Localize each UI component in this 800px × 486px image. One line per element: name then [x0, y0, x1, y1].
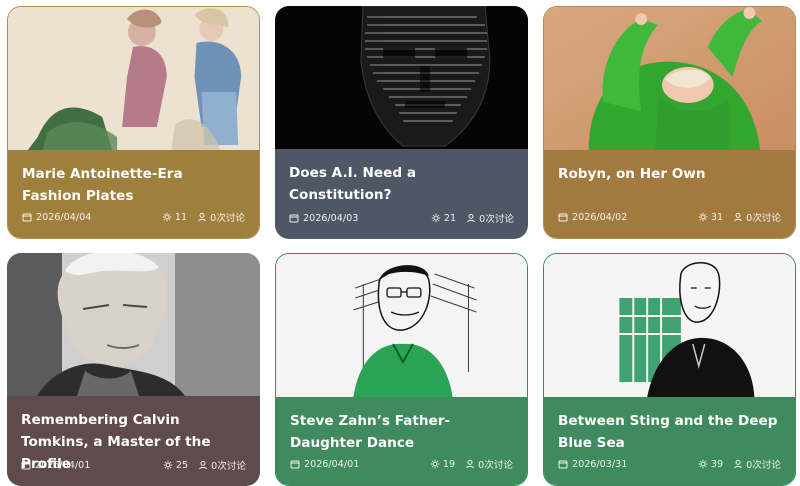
article-meta: 2026/04/03 21 0次讨论 [289, 211, 514, 225]
calendar-icon [558, 212, 568, 222]
article-thumbnail[interactable] [8, 7, 259, 150]
article-date: 2026/04/03 [289, 213, 358, 224]
article-info: Robyn, on Her Own 2026/04/02 31 0次讨论 [544, 150, 795, 238]
article-grid: Marie Antoinette-Era Fashion Plates 2026… [0, 0, 800, 486]
article-date: 2026/04/02 [558, 212, 627, 223]
article-meta: 2026/04/01 19 0次讨论 [290, 457, 513, 471]
views-stat: 19 [430, 459, 455, 470]
article-thumbnail[interactable] [275, 6, 528, 149]
calendar-icon [21, 460, 31, 470]
article-card[interactable]: Does A.I. Need a Constitution? 2026/04/0… [275, 6, 528, 239]
views-stat: 31 [698, 212, 723, 223]
article-meta: 2026/04/04 11 0次讨论 [22, 210, 245, 224]
article-info: Does A.I. Need a Constitution? 2026/04/0… [275, 149, 528, 239]
article-title[interactable]: Steve Zahn’s Father-Daughter Dance [290, 409, 513, 454]
article-thumbnail[interactable] [276, 254, 527, 397]
sun-icon [698, 459, 708, 469]
comments-stat: 0次讨论 [465, 457, 513, 471]
comments-stat: 0次讨论 [733, 457, 781, 471]
article-stats: 25 0次讨论 [163, 458, 246, 472]
comments-stat: 0次讨论 [466, 211, 514, 225]
article-info: Marie Antoinette-Era Fashion Plates 2026… [8, 150, 259, 238]
article-title[interactable]: Marie Antoinette-Era Fashion Plates [22, 162, 245, 207]
article-title[interactable]: Between Sting and the Deep Blue Sea [558, 409, 781, 454]
sun-icon [431, 213, 441, 223]
calendar-icon [558, 459, 568, 469]
article-thumbnail[interactable] [544, 7, 795, 150]
article-card[interactable]: Between Sting and the Deep Blue Sea 2026… [543, 253, 796, 486]
comments-stat: 0次讨论 [733, 210, 781, 224]
article-info: Between Sting and the Deep Blue Sea 2026… [544, 397, 795, 485]
article-stats: 19 0次讨论 [430, 457, 513, 471]
comments-stat: 0次讨论 [198, 458, 246, 472]
views-stat: 25 [163, 460, 188, 471]
user-icon [733, 212, 743, 222]
views-stat: 11 [162, 212, 187, 223]
article-card[interactable]: Remembering Calvin Tomkins, a Master of … [7, 253, 260, 486]
article-card[interactable]: Steve Zahn’s Father-Daughter Dance 2026/… [275, 253, 528, 486]
calendar-icon [289, 213, 299, 223]
sun-icon [430, 459, 440, 469]
article-info: Remembering Calvin Tomkins, a Master of … [7, 396, 260, 486]
article-title[interactable]: Robyn, on Her Own [558, 162, 781, 185]
article-info: Steve Zahn’s Father-Daughter Dance 2026/… [276, 397, 527, 485]
calendar-icon [290, 459, 300, 469]
article-card[interactable]: Marie Antoinette-Era Fashion Plates 2026… [7, 6, 260, 239]
article-date: 2026/04/01 [290, 459, 359, 470]
sun-icon [163, 460, 173, 470]
article-stats: 39 0次讨论 [698, 457, 781, 471]
article-stats: 11 0次讨论 [162, 210, 245, 224]
user-icon [465, 459, 475, 469]
article-date: 2026/04/04 [22, 212, 91, 223]
article-meta: 2026/04/01 25 0次讨论 [21, 458, 246, 472]
article-title[interactable]: Does A.I. Need a Constitution? [289, 161, 514, 206]
user-icon [198, 460, 208, 470]
user-icon [197, 212, 207, 222]
article-meta: 2026/03/31 39 0次讨论 [558, 457, 781, 471]
article-meta: 2026/04/02 31 0次讨论 [558, 210, 781, 224]
views-stat: 21 [431, 213, 456, 224]
calendar-icon [22, 212, 32, 222]
article-thumbnail[interactable] [7, 253, 260, 396]
article-stats: 31 0次讨论 [698, 210, 781, 224]
article-date: 2026/03/31 [558, 459, 627, 470]
user-icon [733, 459, 743, 469]
article-date: 2026/04/01 [21, 460, 90, 471]
views-stat: 39 [698, 459, 723, 470]
user-icon [466, 213, 476, 223]
comments-stat: 0次讨论 [197, 210, 245, 224]
article-stats: 21 0次讨论 [431, 211, 514, 225]
sun-icon [698, 212, 708, 222]
sun-icon [162, 212, 172, 222]
article-thumbnail[interactable] [544, 254, 795, 397]
article-card[interactable]: Robyn, on Her Own 2026/04/02 31 0次讨论 [543, 6, 796, 239]
